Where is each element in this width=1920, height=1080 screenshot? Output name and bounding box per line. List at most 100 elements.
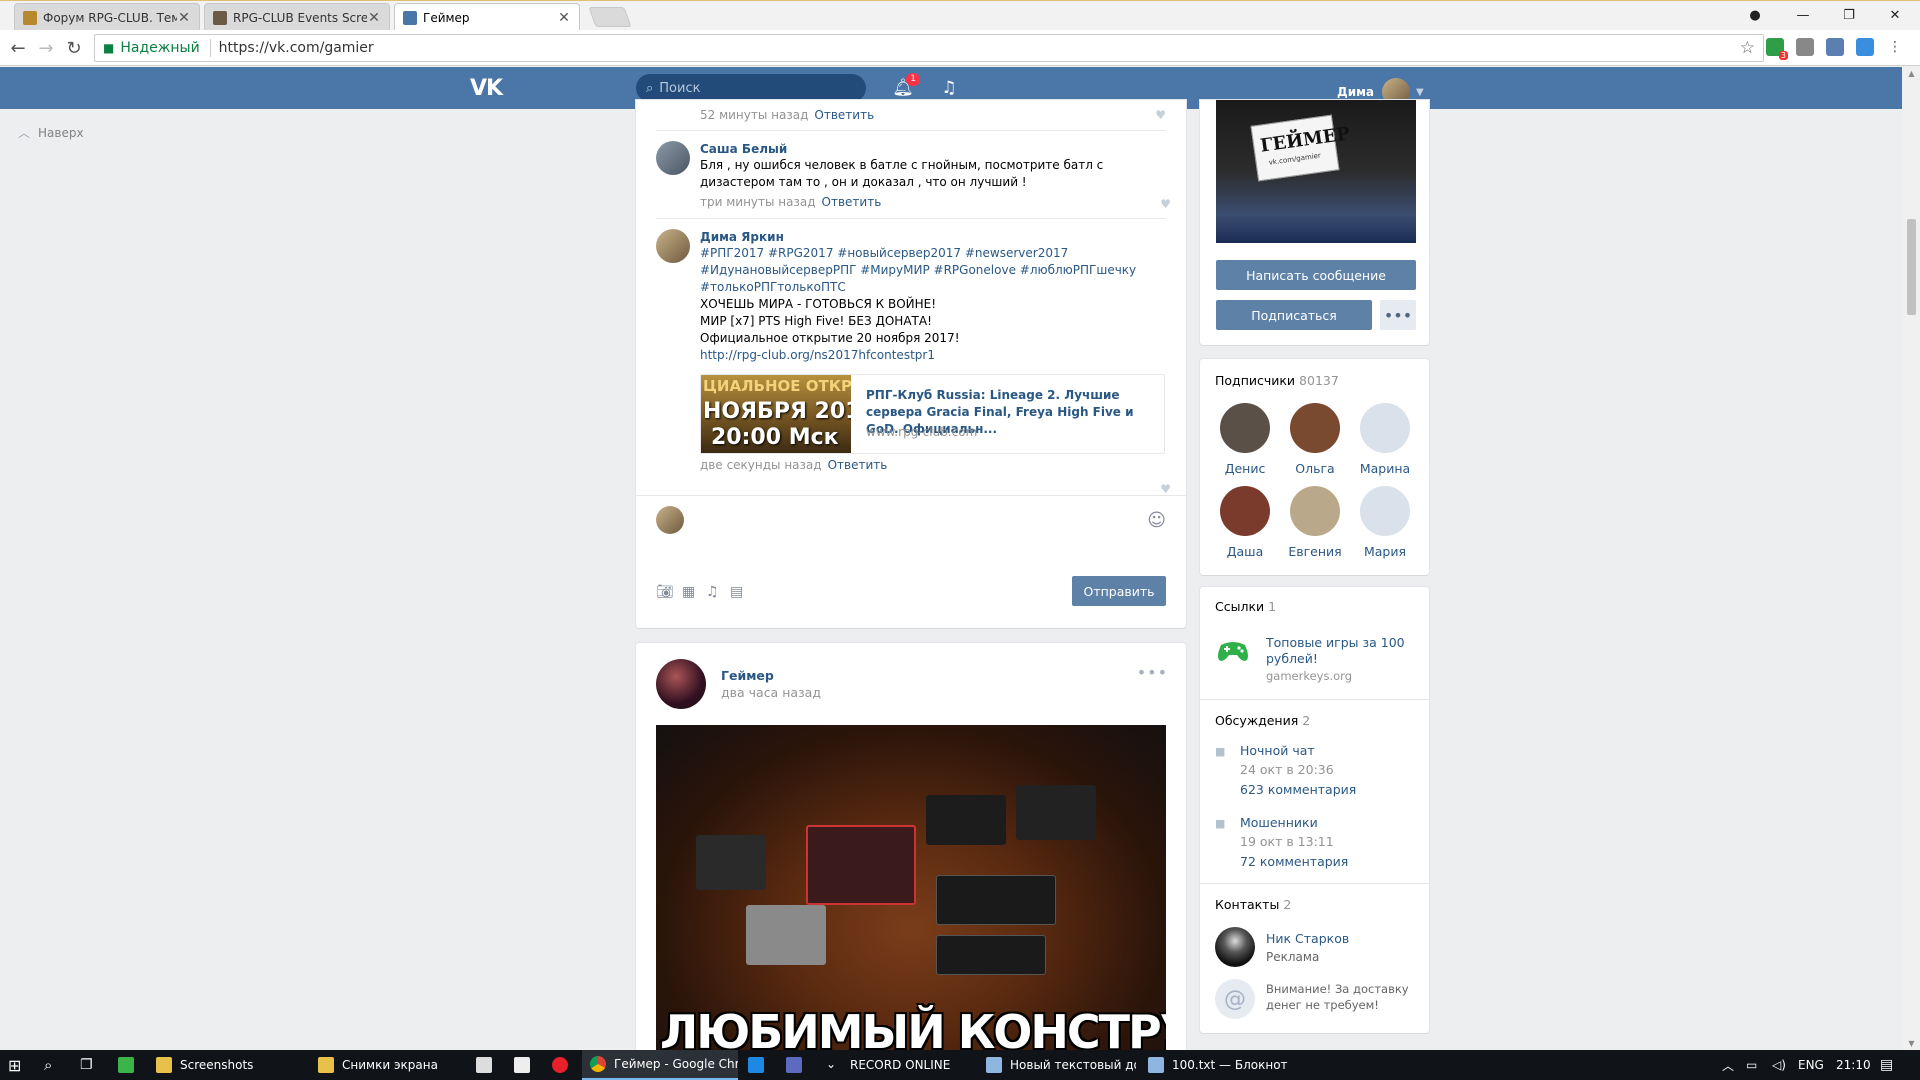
- vk-search-box[interactable]: ⌕: [636, 74, 866, 102]
- music-note-icon[interactable]: ♫: [706, 584, 719, 600]
- profile-cover-photo[interactable]: ГЕЙМЕР vk.com/gamier: [1216, 100, 1416, 243]
- subscriber-item[interactable]: Ольга: [1280, 403, 1350, 476]
- search-icon[interactable]: ⌕: [44, 1050, 52, 1080]
- subscriber-item[interactable]: Мария: [1350, 486, 1420, 559]
- write-message-button[interactable]: Написать сообщение: [1216, 260, 1416, 290]
- link-snippet[interactable]: ЦИАЛЬНОЕ ОТКРЫ НОЯБРЯ 201 20:00 Мск РПГ-…: [700, 374, 1165, 454]
- taskbar-item-record[interactable]: ⌄ RECORD ONLINE: [822, 1050, 972, 1080]
- translate-extension-icon[interactable]: [1826, 38, 1844, 56]
- avatar[interactable]: [656, 229, 690, 263]
- scrollbar-thumb[interactable]: [1907, 219, 1916, 315]
- close-icon[interactable]: ✕: [557, 10, 571, 26]
- post-image[interactable]: ЛЮБИМЫЙ КОНСТРУКТОР: [656, 725, 1166, 1065]
- comment-author[interactable]: Саша Белый: [700, 141, 1165, 157]
- extension-icon[interactable]: 3: [1766, 38, 1788, 60]
- send-button[interactable]: Отправить: [1072, 576, 1166, 606]
- post-author[interactable]: Геймер: [721, 668, 774, 683]
- subscriber-item[interactable]: Денис: [1210, 403, 1280, 476]
- camera-extension-icon[interactable]: [1796, 38, 1814, 56]
- scroll-down-arrow-icon[interactable]: ▼: [1907, 1039, 1916, 1048]
- taskbar-item-chrome[interactable]: Геймер - Google Chr...: [582, 1050, 738, 1080]
- more-dots-icon[interactable]: •••: [1137, 663, 1168, 682]
- restore-icon[interactable]: ❐: [1826, 1, 1872, 29]
- subscriber-item[interactable]: Марина: [1350, 403, 1420, 476]
- minimize-icon[interactable]: —: [1780, 1, 1826, 29]
- opera-icon[interactable]: [552, 1050, 576, 1080]
- scroll-up-arrow-icon[interactable]: ▲: [1907, 69, 1916, 78]
- link-title[interactable]: Топовые игры за 100 рублей!: [1266, 635, 1416, 667]
- comment-line: МИР [x7] PTS High Five! БЕЗ ДОНАТА!: [700, 314, 932, 328]
- windows-start-icon[interactable]: ⊞: [8, 1050, 21, 1080]
- discussion-title[interactable]: Ночной чат: [1240, 743, 1315, 758]
- tray-chevron-up-icon[interactable]: ︿: [1722, 1050, 1734, 1080]
- like-heart-icon[interactable]: ♥: [1155, 108, 1166, 122]
- taskbar-item-new-text[interactable]: Новый текстовый до...: [980, 1050, 1136, 1080]
- browser-tab-gamer[interactable]: Геймер ✕: [394, 3, 580, 31]
- clock[interactable]: 21:10: [1836, 1050, 1871, 1080]
- subscribe-button[interactable]: Подписаться: [1216, 300, 1372, 330]
- vk-logo-icon[interactable]: VK: [470, 76, 503, 101]
- camera-icon[interactable]: 📷︎: [656, 584, 674, 600]
- close-icon[interactable]: ✕: [367, 10, 381, 26]
- subscriber-item[interactable]: Евгения: [1280, 486, 1350, 559]
- forward-arrow-icon[interactable]: →: [34, 36, 58, 60]
- comment-author[interactable]: Дима Яркин: [700, 229, 1165, 245]
- avatar[interactable]: [656, 141, 690, 175]
- network-icon[interactable]: ▭: [1746, 1050, 1757, 1080]
- back-arrow-icon[interactable]: ←: [6, 36, 30, 60]
- comment-time: 52 минуты назад: [700, 108, 809, 122]
- menu-dots-icon[interactable]: ⋮: [1886, 38, 1904, 56]
- discussion-comments[interactable]: 72 комментария: [1240, 854, 1348, 869]
- more-dots-icon[interactable]: •••: [1380, 300, 1416, 330]
- music-note-icon[interactable]: ♫: [938, 77, 960, 99]
- reload-icon[interactable]: ↻: [62, 36, 86, 60]
- document-icon[interactable]: ▤: [730, 584, 743, 600]
- reply-link[interactable]: Ответить: [814, 108, 874, 122]
- taskbar-item-notepad[interactable]: 100.txt — Блокнот: [1142, 1050, 1298, 1080]
- chevron-down-icon: ⌄: [826, 1057, 837, 1071]
- contacts-title[interactable]: Контакты 2: [1215, 897, 1291, 912]
- reply-link[interactable]: Ответить: [828, 458, 888, 472]
- like-heart-icon[interactable]: ♥: [1160, 197, 1171, 211]
- comment-input[interactable]: [696, 506, 1136, 534]
- emoji-smile-icon[interactable]: ☺: [1147, 510, 1166, 531]
- page-scrollbar[interactable]: ▲ ▼: [1903, 67, 1920, 1050]
- reply-link[interactable]: Ответить: [822, 195, 882, 209]
- notifications-bell-icon[interactable]: 🔔︎ 1: [892, 73, 920, 99]
- address-bar[interactable]: ■ Надежный https://vk.com/gamier ☆: [94, 34, 1764, 62]
- video-icon[interactable]: ▦: [682, 584, 695, 600]
- browser-tab-events[interactable]: RPG-CLUB Events Screen ✕: [204, 3, 390, 31]
- contact-name[interactable]: Ник Старков: [1266, 931, 1349, 946]
- subscriber-item[interactable]: Даша: [1210, 486, 1280, 559]
- adblock-extension-icon[interactable]: [1856, 38, 1874, 56]
- post-author-avatar[interactable]: [656, 659, 706, 709]
- bookmark-star-icon[interactable]: ☆: [1740, 38, 1755, 58]
- task-view-icon[interactable]: ❐: [80, 1050, 93, 1080]
- post-time[interactable]: два часа назад: [721, 685, 821, 700]
- taskbar-item-snimki[interactable]: Снимки экрана: [312, 1050, 462, 1080]
- discussions-title[interactable]: Обсуждения 2: [1215, 713, 1310, 728]
- discussion-comments[interactable]: 623 комментария: [1240, 782, 1356, 797]
- window-close-icon[interactable]: ✕: [1872, 1, 1918, 29]
- links-title[interactable]: Ссылки 1: [1215, 599, 1276, 614]
- edge-icon[interactable]: [748, 1050, 772, 1080]
- app-pinned-icon[interactable]: [118, 1050, 142, 1080]
- volume-icon[interactable]: ◁): [1772, 1050, 1786, 1080]
- taskbar-item-screenshots[interactable]: Screenshots: [150, 1050, 300, 1080]
- profile-icon[interactable]: ●: [1732, 1, 1778, 29]
- close-icon[interactable]: ✕: [177, 10, 191, 26]
- save-icon[interactable]: [786, 1050, 810, 1080]
- url-text[interactable]: https://vk.com/gamier: [219, 40, 374, 56]
- notepad-icon: [1148, 1057, 1164, 1073]
- new-tab-button[interactable]: [588, 7, 632, 27]
- like-heart-icon[interactable]: ♥: [1160, 482, 1171, 496]
- search-input[interactable]: [659, 80, 840, 96]
- discussion-title[interactable]: Мошенники: [1240, 815, 1318, 830]
- notifications-icon[interactable]: ▤: [1880, 1050, 1893, 1080]
- mail-icon[interactable]: [514, 1050, 538, 1080]
- store-icon[interactable]: [476, 1050, 500, 1080]
- subscribers-title[interactable]: Подписчики 80137: [1215, 373, 1339, 388]
- scroll-to-top-link[interactable]: ︿ Наверх: [18, 124, 84, 141]
- browser-tab-forum[interactable]: Форум RPG-CLUB. Тема ✕: [14, 3, 200, 31]
- input-language[interactable]: ENG: [1798, 1050, 1824, 1080]
